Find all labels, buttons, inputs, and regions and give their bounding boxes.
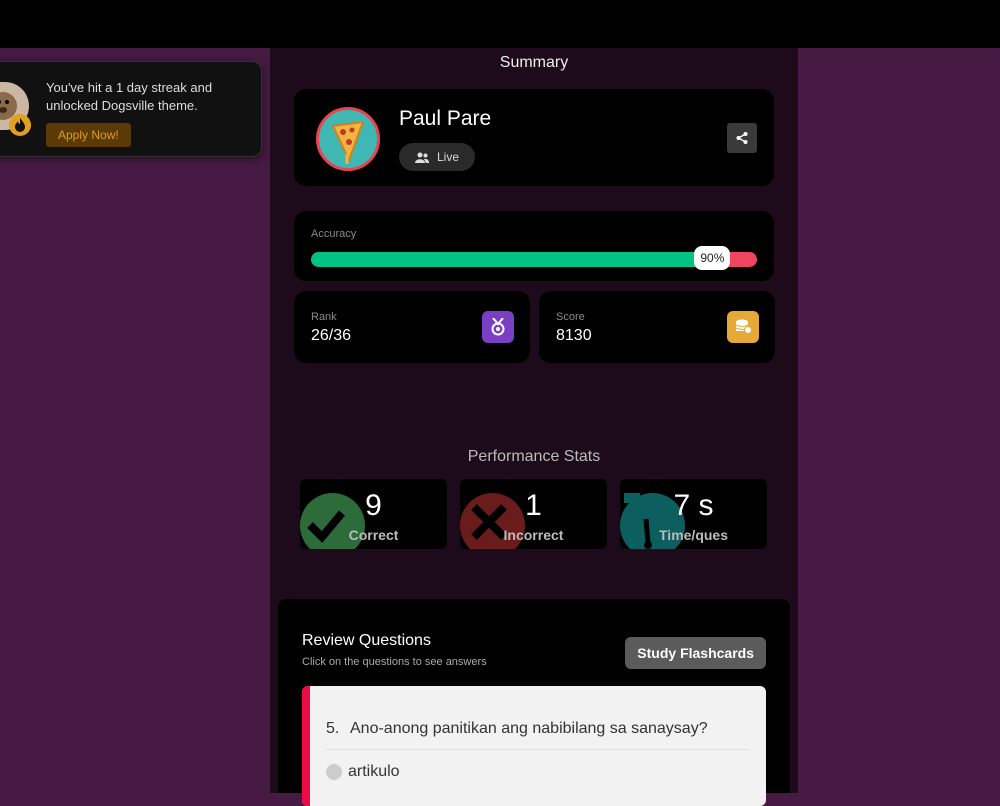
profile-card: Paul Pare Live: [294, 89, 774, 186]
study-flashcards-button[interactable]: Study Flashcards: [625, 637, 766, 669]
incorrect-label: Incorrect: [503, 527, 564, 543]
accuracy-label: Accuracy: [311, 228, 357, 240]
medal-icon: [482, 311, 514, 343]
option-radio: [326, 764, 342, 780]
streak-toast: You've hit a 1 day streak and unlocked D…: [0, 61, 262, 157]
correct-count: 9: [365, 489, 382, 522]
performance-title: Performance Stats: [467, 448, 601, 465]
player-name: Paul Pare: [399, 107, 492, 130]
accuracy-card: Accuracy 90%: [294, 211, 774, 281]
review-title: Review Questions: [302, 632, 431, 649]
divider: [326, 749, 749, 750]
question-number: 5.: [326, 720, 340, 737]
rank-label: Rank: [311, 311, 337, 323]
score-value: 8130: [556, 327, 592, 344]
option-text: artikulo: [348, 763, 400, 780]
correct-label: Correct: [348, 527, 399, 543]
incorrect-count: 1: [525, 489, 542, 522]
accuracy-bar: [311, 252, 757, 267]
flame-icon: [9, 114, 31, 136]
question-text: Ano-anong panitikan ang nabibilang sa sa…: [350, 720, 708, 737]
question-card[interactable]: 5. Ano-anong panitikan ang nabibilang sa…: [302, 686, 766, 806]
correct-stat: 9 Correct: [300, 479, 447, 549]
time-label: Time/ques: [659, 527, 728, 543]
share-button[interactable]: [727, 123, 757, 153]
incorrect-stripe: [302, 686, 310, 806]
users-icon: [415, 152, 429, 163]
accuracy-value: 90%: [694, 246, 731, 270]
rank-card: Rank 26/36: [294, 291, 530, 363]
share-icon: [736, 132, 748, 144]
mode-label: Live: [437, 150, 460, 164]
toast-message: You've hit a 1 day streak and unlocked D…: [46, 80, 213, 113]
time-per-question: 7 s: [673, 489, 714, 522]
rank-value: 26/36: [311, 327, 352, 344]
score-label: Score: [556, 311, 585, 323]
incorrect-stat: 1 Incorrect: [460, 479, 607, 549]
summary-title: Summary: [499, 54, 569, 71]
pizza-avatar: [316, 107, 380, 171]
pizza-icon: [331, 120, 365, 164]
mode-chip: Live: [399, 143, 476, 171]
review-subtitle: Click on the questions to see answers: [302, 656, 487, 668]
top-bar: [0, 0, 1000, 48]
score-card: Score 8130: [539, 291, 775, 363]
review-section: Review Questions Click on the questions …: [278, 599, 790, 806]
time-stat: 7 s Time/ques: [620, 479, 767, 549]
coins-icon: [727, 311, 759, 343]
apply-now-button[interactable]: Apply Now!: [46, 123, 131, 147]
accuracy-bar-fill: [311, 252, 713, 267]
